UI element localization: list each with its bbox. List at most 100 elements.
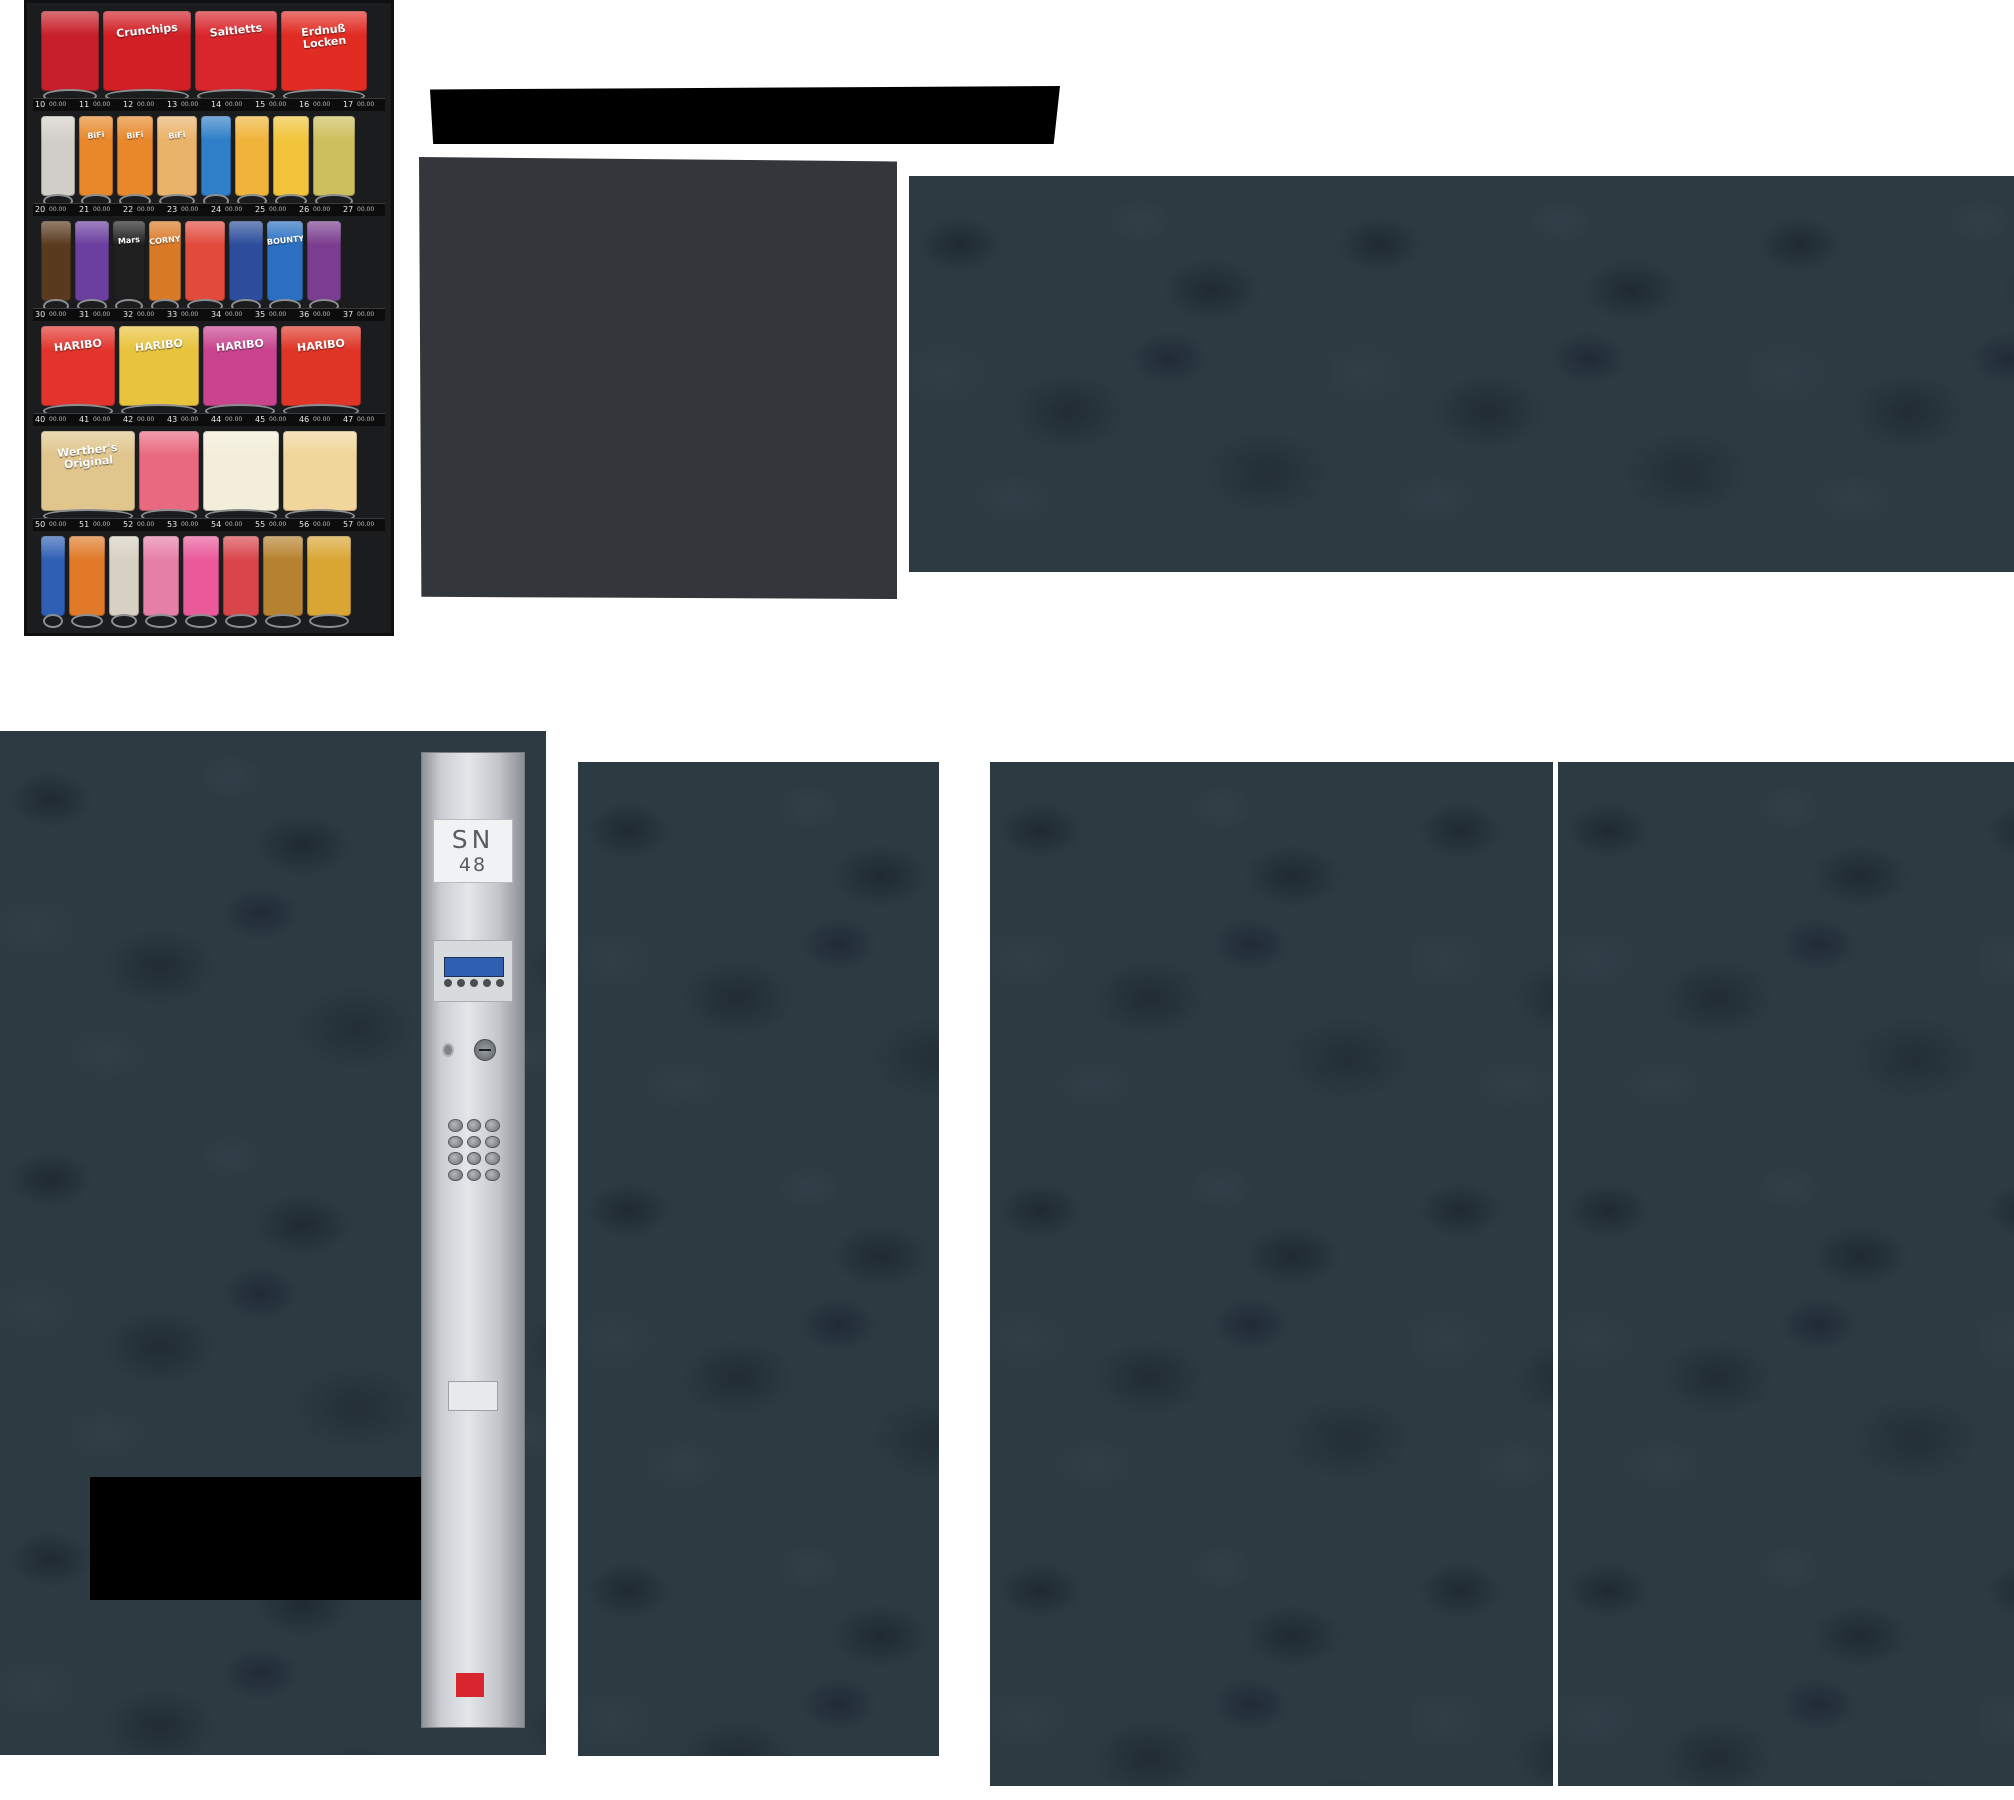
slot-number: 43 bbox=[167, 415, 178, 424]
brand-logo bbox=[456, 1673, 484, 1697]
snack-product bbox=[41, 536, 65, 616]
slot-number: 52 bbox=[123, 520, 134, 529]
slot-price: 00.00 bbox=[49, 521, 67, 528]
lcd-button[interactable] bbox=[470, 979, 478, 987]
keypad-key[interactable] bbox=[448, 1135, 463, 1148]
slot-number: 40 bbox=[35, 415, 46, 424]
snack-product bbox=[75, 221, 109, 301]
slot-price: 00.00 bbox=[93, 101, 111, 108]
dispenser-spiral bbox=[185, 614, 217, 628]
slot-number: 54 bbox=[211, 520, 222, 529]
slot-price: 00.00 bbox=[313, 521, 331, 528]
snack-product bbox=[229, 221, 263, 301]
dispenser-spiral bbox=[225, 614, 257, 628]
slot-price: 00.00 bbox=[269, 311, 287, 318]
product-label: BiFi bbox=[167, 130, 186, 141]
product-label: HARIBO bbox=[134, 336, 184, 355]
snack-product bbox=[69, 536, 105, 616]
lcd-button[interactable] bbox=[483, 979, 491, 987]
snack-product: Werther's Original bbox=[41, 431, 135, 511]
slot-number: 17 bbox=[343, 100, 354, 109]
snack-product bbox=[139, 431, 199, 511]
slot-number: 11 bbox=[79, 100, 90, 109]
slot-price: 00.00 bbox=[269, 521, 287, 528]
slot-number: 23 bbox=[167, 205, 178, 214]
snack-product bbox=[273, 116, 309, 196]
slot-price: 00.00 bbox=[313, 206, 331, 213]
coin-slot[interactable] bbox=[474, 1039, 496, 1061]
keypad-key[interactable] bbox=[485, 1119, 500, 1132]
control-panel: SN 48 bbox=[421, 752, 525, 1728]
slot-number: 42 bbox=[123, 415, 134, 424]
coin-return-icon[interactable] bbox=[442, 1043, 454, 1057]
slot-number: 35 bbox=[255, 310, 266, 319]
card-reader-slot[interactable] bbox=[448, 1381, 498, 1411]
lcd-frame bbox=[433, 940, 513, 1002]
slot-number: 37 bbox=[343, 310, 354, 319]
slot-price: 00.00 bbox=[313, 101, 331, 108]
snack-product: Erdnuß Locken bbox=[281, 11, 367, 91]
slot-number: 15 bbox=[255, 100, 266, 109]
product-label: CORNY bbox=[149, 234, 181, 247]
keypad-key[interactable] bbox=[466, 1119, 482, 1132]
dispenser-spiral bbox=[43, 614, 63, 628]
slot-price: 00.00 bbox=[137, 206, 155, 213]
keypad-key[interactable] bbox=[485, 1168, 500, 1181]
dispenser-spiral bbox=[111, 614, 137, 628]
slot-price: 00.00 bbox=[181, 206, 199, 213]
stone-texture-panel-b bbox=[1558, 762, 2014, 1786]
keypad-key[interactable] bbox=[466, 1135, 482, 1148]
shelf-row: BiFi BiFi BiFi 20 00.00 21 00.00 22 00.00 23 00.00… bbox=[33, 112, 385, 216]
snack-product: Crunchips bbox=[103, 11, 191, 91]
lcd-button[interactable] bbox=[444, 979, 452, 987]
slot-number: 20 bbox=[35, 205, 46, 214]
lcd-button[interactable] bbox=[457, 979, 465, 987]
lcd-button[interactable] bbox=[496, 979, 504, 987]
snack-product: BiFi bbox=[79, 116, 113, 196]
product-label: HARIBO bbox=[296, 336, 346, 355]
keypad-key[interactable] bbox=[485, 1135, 500, 1148]
slot-price: 00.00 bbox=[225, 521, 243, 528]
stone-texture-top bbox=[909, 176, 2014, 572]
snack-product bbox=[109, 536, 139, 616]
keypad-key[interactable] bbox=[485, 1152, 500, 1165]
keypad-key[interactable] bbox=[448, 1119, 463, 1132]
slot-price: 00.00 bbox=[181, 311, 199, 318]
slot-number: 22 bbox=[123, 205, 134, 214]
slot-number: 26 bbox=[299, 205, 310, 214]
product-label: Werther's Original bbox=[56, 440, 119, 472]
slot-price: 00.00 bbox=[93, 416, 111, 423]
snack-product bbox=[41, 11, 99, 91]
snack-product: BiFi bbox=[117, 116, 153, 196]
slot-price: 00.00 bbox=[225, 416, 243, 423]
keypad-key[interactable] bbox=[466, 1168, 482, 1181]
slot-price: 00.00 bbox=[181, 101, 199, 108]
shelf-row bbox=[33, 532, 385, 636]
slot-number: 57 bbox=[343, 520, 354, 529]
slot-number: 13 bbox=[167, 100, 178, 109]
slot-price: 00.00 bbox=[137, 416, 155, 423]
keypad-key[interactable] bbox=[466, 1152, 482, 1165]
lcd-display bbox=[444, 957, 504, 977]
snack-product bbox=[185, 221, 225, 301]
slot-price: 00.00 bbox=[93, 521, 111, 528]
snack-product: HARIBO bbox=[281, 326, 361, 406]
slot-price: 00.00 bbox=[357, 311, 375, 318]
slot-number: 25 bbox=[255, 205, 266, 214]
product-label: BiFi bbox=[86, 130, 105, 141]
slot-price: 00.00 bbox=[137, 521, 155, 528]
snack-product bbox=[283, 431, 357, 511]
keypad-key[interactable] bbox=[448, 1168, 463, 1181]
snack-product: CORNY bbox=[149, 221, 181, 301]
slot-price: 00.00 bbox=[357, 416, 375, 423]
slot-price: 00.00 bbox=[137, 101, 155, 108]
slot-price: 00.00 bbox=[269, 101, 287, 108]
slot-price: 00.00 bbox=[357, 521, 375, 528]
snack-product bbox=[235, 116, 269, 196]
product-label: HARIBO bbox=[215, 336, 265, 355]
slot-number: 34 bbox=[211, 310, 222, 319]
slot-number: 47 bbox=[343, 415, 354, 424]
keypad-key[interactable] bbox=[448, 1152, 463, 1165]
slot-price: 00.00 bbox=[181, 416, 199, 423]
slot-price: 00.00 bbox=[225, 101, 243, 108]
